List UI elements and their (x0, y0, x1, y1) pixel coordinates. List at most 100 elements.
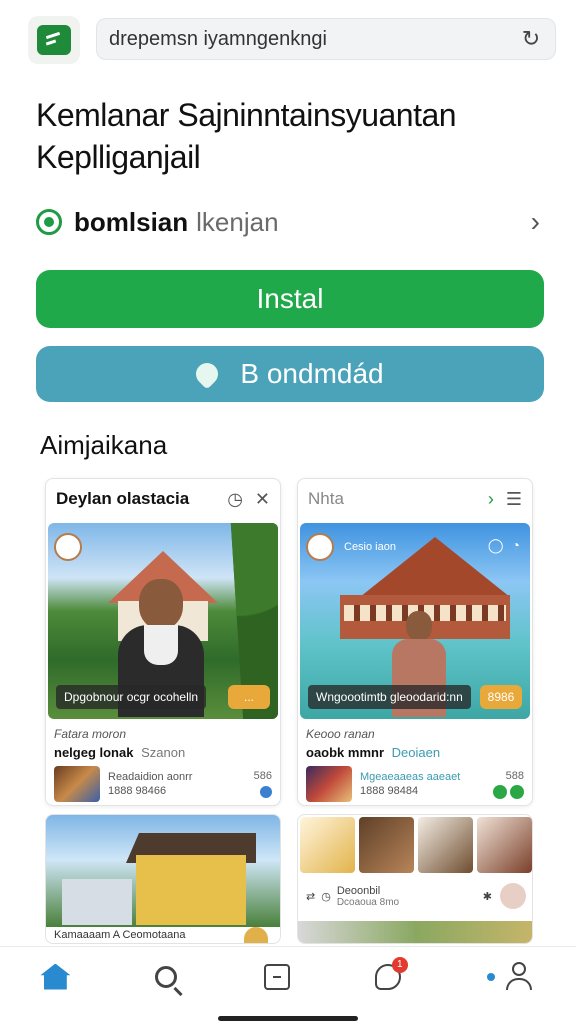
tile-image[interactable] (300, 817, 355, 873)
image-tiles (298, 815, 532, 875)
person-icon[interactable]: ◯ (488, 537, 504, 554)
shuffle-icon[interactable]: ✱ (483, 890, 492, 903)
channel-badge-icon (306, 533, 334, 561)
menu-icon[interactable]: ☰ (506, 489, 522, 510)
card-header-title: Nhta (308, 489, 344, 508)
nav-profile[interactable] (475, 953, 545, 1001)
card-meta2: 1888 98484 (360, 785, 419, 797)
chevron-right-icon[interactable]: › (488, 489, 494, 510)
photo-caption: Wngoootimtb gleoodarid:nn (308, 685, 471, 709)
house-secondary (62, 879, 132, 925)
clock-icon: ◷ (321, 890, 331, 903)
like-icon[interactable] (510, 785, 524, 800)
thumbnail (306, 766, 352, 802)
card-header-title: Deylan olastacia (56, 489, 190, 508)
card-header: Nhta › ☰ (298, 479, 532, 519)
card-meta2: 1888 98466 (108, 785, 167, 797)
card-photo[interactable]: Cesio iaon ◯ ◔ Wngoootimtb gleoodarid:nn… (300, 523, 530, 719)
card-side-value: 586 (253, 770, 272, 782)
card-meta1: Mgeaeaaeas aaeaet (360, 771, 461, 783)
image-strip (298, 921, 532, 943)
arrows-icon: ⇄ (306, 890, 316, 903)
card-line2: oaobk mmnr Deoiaen (306, 745, 524, 760)
tile-image[interactable] (477, 817, 532, 873)
page-title: Kemlanar Sajninntainsyuantan Keplliganja… (36, 94, 556, 178)
favorite-icon[interactable] (500, 883, 526, 909)
address-bar[interactable]: drepemsn iyamngenkngi ↻ (96, 18, 556, 60)
card-line2-main: oaobk mmnr (306, 745, 385, 760)
card-meta1: Readaidion aonrr (108, 771, 193, 783)
install-button[interactable]: Instal (36, 270, 544, 328)
card-line2: nelgeg lonak Szanon (54, 745, 272, 760)
card-line2-extra: Szanon (141, 745, 186, 760)
close-icon[interactable]: ✕ (255, 489, 270, 510)
app-logo-icon (37, 25, 71, 55)
leaf-icon[interactable] (492, 785, 507, 800)
developer-row[interactable]: bomlsian lkenjan › (36, 202, 540, 242)
price-badge: ... (228, 685, 270, 709)
nav-search[interactable] (142, 953, 190, 1001)
bottom-nav: 1 (0, 946, 576, 1024)
card-caption: Kamaaaam A Ceomotaana (54, 929, 186, 941)
reload-icon[interactable]: ↻ (519, 27, 543, 51)
leaf-icon (191, 358, 223, 390)
developer-icon (36, 209, 62, 235)
nav-home[interactable] (31, 953, 79, 1001)
card-side-value: 588 (505, 770, 524, 782)
search-icon (155, 965, 178, 988)
card-side: 586 (254, 768, 272, 800)
photo-tag: Cesio iaon (344, 541, 396, 553)
card-line1: Keooo ranan (306, 727, 375, 741)
active-dot (486, 972, 495, 981)
clock-icon[interactable]: ◷ (227, 489, 243, 510)
card-meta-row[interactable]: Readaidion aonrr 1888 98466 586 (54, 766, 272, 802)
install-label: Instal (256, 283, 324, 314)
app-logo[interactable] (28, 16, 80, 64)
card-line2: Dcoaoua 8mo (336, 896, 400, 908)
page-title-line1: Kemlanar Sajninntainsyuantan (36, 97, 457, 133)
tile-image[interactable] (418, 817, 473, 873)
section-title: Aimjaikana (40, 430, 168, 460)
nav-messages[interactable]: 1 (364, 953, 412, 1001)
content-card-row2-right[interactable]: ⇄ ◷ Deoonbil Dcoaoua 8mo ✱ (297, 814, 533, 944)
nav-library[interactable] (253, 953, 301, 1001)
card-line2-extra: Deoiaen (391, 745, 441, 760)
card-body: Keooo ranan oaobk mmnr Deoiaen Mgeaeaaea… (298, 719, 532, 802)
price-badge: 8986 (480, 685, 522, 709)
card-row: ⇄ ◷ Deoonbil Dcoaoua 8mo ✱ (306, 883, 526, 909)
share-icon[interactable] (260, 786, 272, 799)
developer-name: bomlsian (74, 206, 189, 237)
secondary-label: B ondmdád (240, 358, 384, 389)
channel-badge-icon (54, 533, 82, 561)
home-indicator[interactable] (218, 1016, 358, 1021)
tile-image[interactable] (359, 817, 414, 873)
photo-icons: ◯ ◔ (488, 537, 520, 554)
card-header: Deylan olastacia ◷ ✕ (46, 479, 280, 519)
card-side: 588 (492, 768, 524, 800)
card-line2-main: nelgeg lonak (54, 745, 134, 760)
top-bar: drepemsn iyamngenkngi ↻ (0, 0, 576, 80)
page-title-line2: Keplliganjail (36, 139, 201, 175)
content-card-row2-left[interactable]: Kamaaaam A Ceomotaana (45, 814, 281, 944)
card-photo[interactable]: Dpgobnour ocgr ocohelln ... (48, 523, 278, 719)
house-wall (136, 855, 246, 925)
home-icon (40, 963, 71, 990)
card-line1: Deoonbil (336, 884, 381, 897)
secondary-button[interactable]: B ondmdád (36, 346, 544, 402)
developer-sub: lkenjan (196, 206, 279, 237)
card-body: Fatara moron nelgeg lonak Szanon Readaid… (46, 719, 280, 802)
user-icon (505, 961, 533, 992)
bookmark-icon[interactable]: ◔ (512, 537, 520, 554)
address-text: drepemsn iyamngenkngi (109, 27, 327, 50)
card-photo (46, 815, 280, 927)
photo-caption: Dpgobnour ocgr ocohelln (56, 685, 207, 709)
avatar[interactable] (244, 927, 268, 943)
card-line1: Fatara moron (54, 727, 127, 741)
card-meta: Mgeaeaaeas aaeaet 1888 98484 (360, 770, 460, 798)
card-meta-row[interactable]: Mgeaeaaeas aaeaet 1888 98484 588 (306, 766, 524, 802)
chevron-right-icon: › (530, 206, 540, 237)
content-card-right[interactable]: Nhta › ☰ Cesio iaon ◯ ◔ Wngoootimtb gleo… (297, 478, 533, 806)
square-icon (263, 963, 290, 990)
content-card-left[interactable]: Deylan olastacia ◷ ✕ Dpgobnour ocgr ocoh… (45, 478, 281, 806)
notification-badge: 1 (391, 956, 408, 973)
